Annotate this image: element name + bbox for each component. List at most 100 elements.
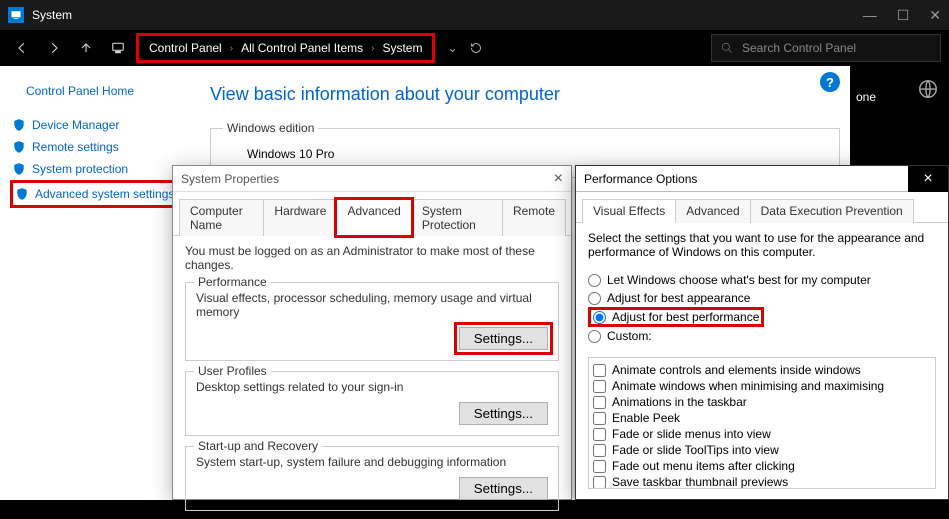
breadcrumb-item[interactable]: Control Panel	[149, 41, 222, 55]
tab-advanced[interactable]: Advanced	[675, 199, 750, 223]
performance-group: Performance Visual effects, processor sc…	[185, 282, 559, 361]
chevron-right-icon: ›	[371, 43, 374, 54]
navbar: Control Panel › All Control Panel Items …	[0, 30, 949, 66]
radio-label: Let Windows choose what's best for my co…	[607, 273, 871, 287]
check-item[interactable]: Enable Peek	[593, 410, 931, 426]
sidebar-item-system-protection[interactable]: System protection	[10, 158, 185, 180]
check-item[interactable]: Fade out menu items after clicking	[593, 458, 931, 474]
startup-recovery-desc: System start-up, system failure and debu…	[196, 455, 548, 469]
radio-custom[interactable]: Custom:	[588, 327, 936, 345]
shield-icon	[15, 187, 29, 201]
sidebar-item-remote-settings[interactable]: Remote settings	[10, 136, 185, 158]
computer-icon[interactable]	[104, 34, 132, 62]
group-legend: User Profiles	[194, 364, 271, 378]
check-item[interactable]: Animate controls and elements inside win…	[593, 362, 931, 378]
check-label: Fade or slide menus into view	[612, 427, 771, 441]
shield-icon	[12, 140, 26, 154]
tab-visual-effects[interactable]: Visual Effects	[582, 199, 676, 223]
breadcrumb[interactable]: Control Panel › All Control Panel Items …	[136, 33, 435, 63]
radio-best-appearance[interactable]: Adjust for best appearance	[588, 289, 936, 307]
sidebar: Control Panel Home Device Manager Remote…	[10, 84, 185, 208]
content-area: View basic information about your comput…	[210, 84, 840, 178]
check-item[interactable]: Animations in the taskbar	[593, 394, 931, 410]
tabs: Computer Name Hardware Advanced System P…	[173, 192, 571, 236]
chevron-down-icon[interactable]: ⌄	[447, 41, 457, 55]
tab-system-protection[interactable]: System Protection	[411, 199, 503, 236]
sidebar-item-advanced-system-settings[interactable]: Advanced system settings	[10, 180, 185, 208]
check-label: Animations in the taskbar	[612, 395, 747, 409]
window-title: System	[32, 8, 72, 22]
check-item[interactable]: Fade or slide menus into view	[593, 426, 931, 442]
shield-icon	[12, 118, 26, 132]
dialog-title: Performance Options	[584, 172, 697, 186]
windows-edition-legend: Windows edition	[223, 121, 318, 135]
sidebar-item-device-manager[interactable]: Device Manager	[10, 114, 185, 136]
search-placeholder: Search Control Panel	[742, 41, 856, 55]
sidebar-item-label: Device Manager	[32, 118, 119, 132]
tab-computer-name[interactable]: Computer Name	[179, 199, 264, 236]
refresh-icon[interactable]	[470, 42, 482, 54]
tabs: Visual Effects Advanced Data Execution P…	[576, 192, 948, 223]
shield-icon	[12, 162, 26, 176]
performance-desc: Visual effects, processor scheduling, me…	[196, 291, 548, 319]
close-icon[interactable]: ×	[554, 170, 563, 188]
system-icon	[8, 7, 24, 23]
group-legend: Start-up and Recovery	[194, 439, 322, 453]
sidebar-item-label: Remote settings	[32, 140, 119, 154]
chevron-right-icon: ›	[230, 43, 233, 54]
tab-dep[interactable]: Data Execution Prevention	[750, 199, 914, 223]
user-profiles-settings-button[interactable]: Settings...	[459, 402, 548, 425]
globe-icon[interactable]	[917, 78, 939, 100]
tab-remote[interactable]: Remote	[502, 199, 566, 236]
control-panel-home-link[interactable]: Control Panel Home	[10, 84, 185, 98]
radio-label: Adjust for best performance	[612, 310, 759, 324]
performance-options-dialog: Performance Options × Visual Effects Adv…	[575, 165, 949, 500]
tab-hardware[interactable]: Hardware	[263, 199, 337, 236]
radio-label: Adjust for best appearance	[607, 291, 750, 305]
dialog-titlebar: System Properties ×	[173, 166, 571, 192]
sidebar-item-label: System protection	[32, 162, 128, 176]
minimize-button[interactable]: —	[863, 7, 877, 24]
breadcrumb-item[interactable]: System	[382, 41, 422, 55]
check-item[interactable]: Fade or slide ToolTips into view	[593, 442, 931, 458]
admin-note: You must be logged on as an Administrato…	[185, 244, 559, 272]
check-label: Animate controls and elements inside win…	[612, 363, 861, 377]
check-label: Fade or slide ToolTips into view	[612, 443, 779, 457]
page-title: View basic information about your comput…	[210, 84, 840, 105]
search-input[interactable]: Search Control Panel	[711, 34, 941, 62]
dialog-titlebar: Performance Options ×	[576, 166, 948, 192]
radio-best-performance[interactable]: Adjust for best performance	[588, 307, 764, 327]
back-button[interactable]	[8, 34, 36, 62]
check-label: Fade out menu items after clicking	[612, 459, 795, 473]
forward-button[interactable]	[40, 34, 68, 62]
close-button[interactable]: ✕	[929, 7, 941, 24]
performance-settings-button[interactable]: Settings...	[459, 327, 548, 350]
radio-let-windows-choose[interactable]: Let Windows choose what's best for my co…	[588, 271, 936, 289]
tab-advanced[interactable]: Advanced	[336, 199, 411, 236]
side-text: one	[856, 90, 876, 104]
dialog-body: You must be logged on as an Administrato…	[173, 236, 571, 519]
user-profiles-group: User Profiles Desktop settings related t…	[185, 371, 559, 436]
up-button[interactable]	[72, 34, 100, 62]
radio-label: Custom:	[607, 329, 652, 343]
dialog-title: System Properties	[181, 172, 279, 186]
visual-effects-checklist[interactable]: Animate controls and elements inside win…	[588, 357, 936, 489]
radio-group: Let Windows choose what's best for my co…	[576, 263, 948, 353]
breadcrumb-item[interactable]: All Control Panel Items	[241, 41, 363, 55]
check-item[interactable]: Save taskbar thumbnail previews	[593, 474, 931, 489]
startup-recovery-settings-button[interactable]: Settings...	[459, 477, 548, 500]
check-label: Animate windows when minimising and maxi…	[612, 379, 884, 393]
system-properties-dialog: System Properties × Computer Name Hardwa…	[172, 165, 572, 500]
group-legend: Performance	[194, 275, 271, 289]
check-item[interactable]: Animate windows when minimising and maxi…	[593, 378, 931, 394]
search-icon	[720, 41, 734, 55]
close-icon[interactable]: ×	[908, 166, 948, 192]
maximize-button[interactable]: ☐	[897, 7, 910, 24]
windows-edition-value: Windows 10 Pro	[223, 143, 827, 165]
intro-text: Select the settings that you want to use…	[576, 223, 948, 263]
startup-recovery-group: Start-up and Recovery System start-up, s…	[185, 446, 559, 511]
user-profiles-desc: Desktop settings related to your sign-in	[196, 380, 548, 394]
check-label: Enable Peek	[612, 411, 680, 425]
check-label: Save taskbar thumbnail previews	[612, 475, 788, 489]
window-titlebar: System — ☐ ✕	[0, 0, 949, 30]
